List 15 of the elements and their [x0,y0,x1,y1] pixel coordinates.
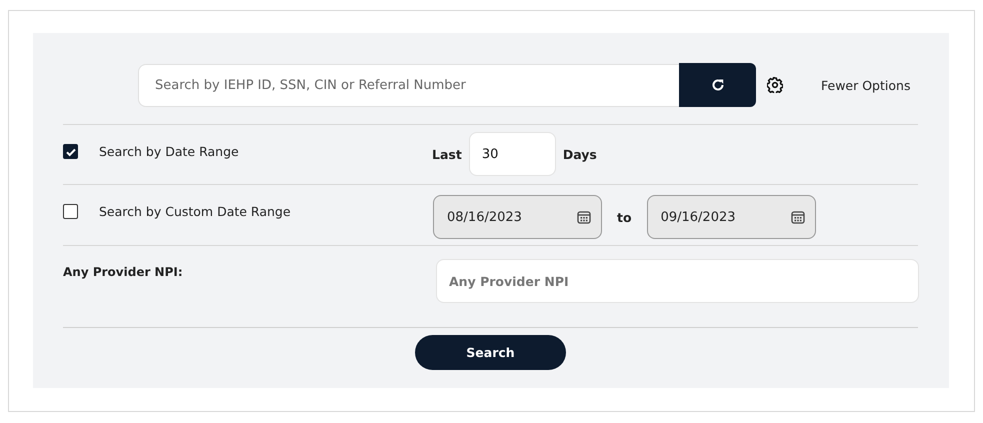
fewer-options-link[interactable]: Fewer Options [821,78,910,92]
checkbox-label: Search by Date Range [99,144,239,159]
search-input[interactable]: Search by IEHP ID, SSN, CIN or Referral Number [138,64,679,106]
provider-npi-input[interactable]: Any Provider NPI [436,259,919,303]
checkbox-label: Search by Custom Date Range [99,204,291,219]
checkbox[interactable] [63,144,78,159]
field-label: Any Provider NPI: [63,265,183,279]
days-label: Days [562,146,597,162]
settings-icon[interactable] [767,77,783,93]
to-label: to [617,210,632,224]
last-label: Last [432,146,462,162]
search-button[interactable]: Search [415,335,566,370]
refresh-icon [710,78,724,92]
refresh-button[interactable] [679,63,756,107]
days-input[interactable]: 30 [468,132,556,176]
